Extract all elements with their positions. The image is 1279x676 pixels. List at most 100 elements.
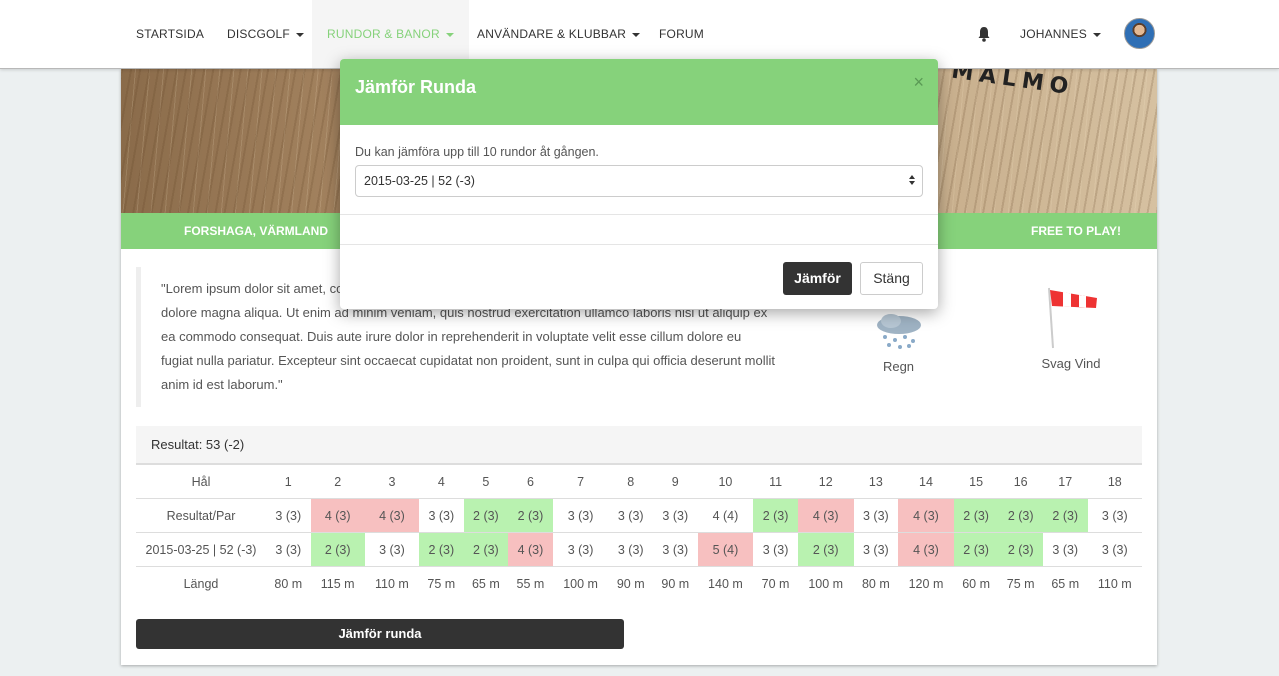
score-cell: 3 (3) — [266, 532, 311, 567]
hole-number: 13 — [853, 464, 899, 499]
score-cell: 3 (3) — [419, 498, 464, 533]
nav-anvandare-klubbar[interactable]: ANVÄNDARE & KLUBBAR — [477, 0, 641, 68]
score-cell: 2 (3) — [1042, 498, 1088, 533]
nav-label: RUNDOR & BANOR — [327, 27, 440, 41]
course-location: FORSHAGA, VÄRMLAND — [184, 224, 328, 238]
score-cell: 3 (3) — [1042, 532, 1088, 567]
score-cell: 2 (3) — [463, 532, 509, 567]
compare-round-button[interactable]: Jämför runda — [136, 619, 624, 649]
score-cell: 3 (3) — [608, 532, 653, 567]
row-label: Längd — [136, 566, 266, 601]
caret-down-icon — [1092, 32, 1101, 37]
rain-cloud-icon — [876, 314, 921, 349]
modal-title: Jämför Runda — [355, 77, 477, 97]
table-row: Resultat/Par 3 (3) 4 (3) 4 (3) 3 (3) 2 (3) 2 (… — [136, 498, 1142, 533]
hole-number: 11 — [753, 464, 798, 499]
weather-rain-label: Regn — [882, 359, 915, 374]
score-cell: 120 m — [898, 566, 954, 601]
score-cell: 3 (3) — [552, 532, 609, 567]
score-cell: 2 (3) — [998, 532, 1043, 567]
score-cell: 55 m — [508, 566, 553, 601]
score-cell: 2 (3) — [953, 532, 999, 567]
hole-number: 1 — [266, 464, 311, 499]
hole-number: 14 — [898, 464, 954, 499]
hole-number: 3 — [364, 464, 420, 499]
modal-hint: Du kan jämföra upp till 10 rundor åt gån… — [355, 145, 599, 159]
hole-number: 5 — [463, 464, 509, 499]
score-cell: 70 m — [753, 566, 798, 601]
score-cell: 65 m — [1042, 566, 1088, 601]
score-cell: 3 (3) — [1087, 532, 1142, 567]
nav-discgolf[interactable]: DISCGOLF — [227, 0, 304, 68]
caret-down-icon — [632, 32, 641, 37]
nav-label: ANVÄNDARE & KLUBBAR — [477, 27, 627, 41]
score-cell: 4 (4) — [697, 498, 754, 533]
nav-rundor-banor[interactable]: RUNDOR & BANOR — [312, 0, 469, 68]
score-cell: 110 m — [1087, 566, 1142, 601]
avatar[interactable] — [1124, 18, 1155, 49]
nav-label: STARTSIDA — [136, 27, 205, 41]
modal-divider — [340, 214, 938, 215]
score-cell: 3 (3) — [552, 498, 609, 533]
hole-number: 4 — [419, 464, 464, 499]
weather-rain: Regn — [861, 313, 936, 374]
score-cell: 3 (3) — [753, 532, 798, 567]
score-cell: 3 (3) — [653, 532, 698, 567]
score-cell: 2 (3) — [419, 532, 464, 567]
score-cell: 115 m — [310, 566, 365, 601]
score-cell: 4 (3) — [364, 498, 420, 533]
row-label: 2015-03-25 | 52 (-3) — [136, 532, 266, 567]
score-cell: 4 (3) — [898, 498, 954, 533]
score-cell: 80 m — [266, 566, 311, 601]
bell-icon[interactable] — [977, 26, 991, 42]
score-cell: 90 m — [653, 566, 698, 601]
table-row: 2015-03-25 | 52 (-3) 3 (3) 2 (3) 3 (3) 2 (3)… — [136, 532, 1142, 567]
close-button[interactable]: Stäng — [860, 262, 923, 295]
score-cell: 75 m — [419, 566, 464, 601]
user-name: JOHANNES — [1020, 27, 1087, 41]
weather-wind-label: Svag Vind — [1041, 356, 1101, 371]
score-cell: 4 (3) — [898, 532, 954, 567]
nav-label: DISCGOLF — [227, 27, 290, 41]
compare-button[interactable]: Jämför — [783, 262, 852, 295]
nav-startsida[interactable]: STARTSIDA — [136, 0, 204, 68]
modal-body: Du kan jämföra upp till 10 rundor åt gån… — [340, 125, 938, 245]
result-summary: Resultat: 53 (-2) — [136, 426, 1142, 464]
score-cell: 4 (3) — [310, 498, 365, 533]
banner-logo-text: MALMO — [949, 69, 1076, 101]
score-cell: 110 m — [364, 566, 420, 601]
score-cell: 65 m — [463, 566, 509, 601]
score-cell: 3 (3) — [364, 532, 420, 567]
score-cell: 2 (3) — [797, 532, 854, 567]
score-cell: 2 (3) — [463, 498, 509, 533]
score-cell: 100 m — [797, 566, 854, 601]
windsock-icon — [1048, 287, 1097, 349]
round-select-value: 2015-03-25 | 52 (-3) — [364, 174, 475, 188]
hole-number: 16 — [998, 464, 1043, 499]
user-menu[interactable]: JOHANNES — [1020, 0, 1101, 68]
score-cell: 100 m — [552, 566, 609, 601]
hole-number: 2 — [310, 464, 365, 499]
round-select[interactable]: 2015-03-25 | 52 (-3) — [355, 165, 923, 197]
nav-forum[interactable]: FORUM — [659, 0, 704, 68]
caret-down-icon — [445, 32, 454, 37]
hole-number: 15 — [953, 464, 999, 499]
score-cell: 3 (3) — [1087, 498, 1142, 533]
hole-header-label: Hål — [136, 464, 266, 499]
select-arrows-icon — [909, 175, 915, 185]
compare-round-modal: Jämför Runda × Du kan jämföra upp till 1… — [340, 59, 938, 309]
table-row: Längd 80 m 115 m 110 m 75 m 65 m 55 m 100 m 90 m… — [136, 566, 1142, 601]
caret-down-icon — [295, 32, 304, 37]
weather-wind: Svag Vind — [1031, 284, 1111, 371]
score-cell: 5 (4) — [697, 532, 754, 567]
score-cell: 2 (3) — [998, 498, 1043, 533]
close-icon[interactable]: × — [913, 73, 924, 91]
hole-number: 17 — [1042, 464, 1088, 499]
modal-header: Jämför Runda × — [340, 59, 938, 125]
score-cell: 3 (3) — [266, 498, 311, 533]
hole-number: 12 — [797, 464, 854, 499]
score-cell: 3 (3) — [853, 498, 899, 533]
hole-number: 8 — [608, 464, 653, 499]
score-cell: 60 m — [953, 566, 999, 601]
score-cell: 90 m — [608, 566, 653, 601]
